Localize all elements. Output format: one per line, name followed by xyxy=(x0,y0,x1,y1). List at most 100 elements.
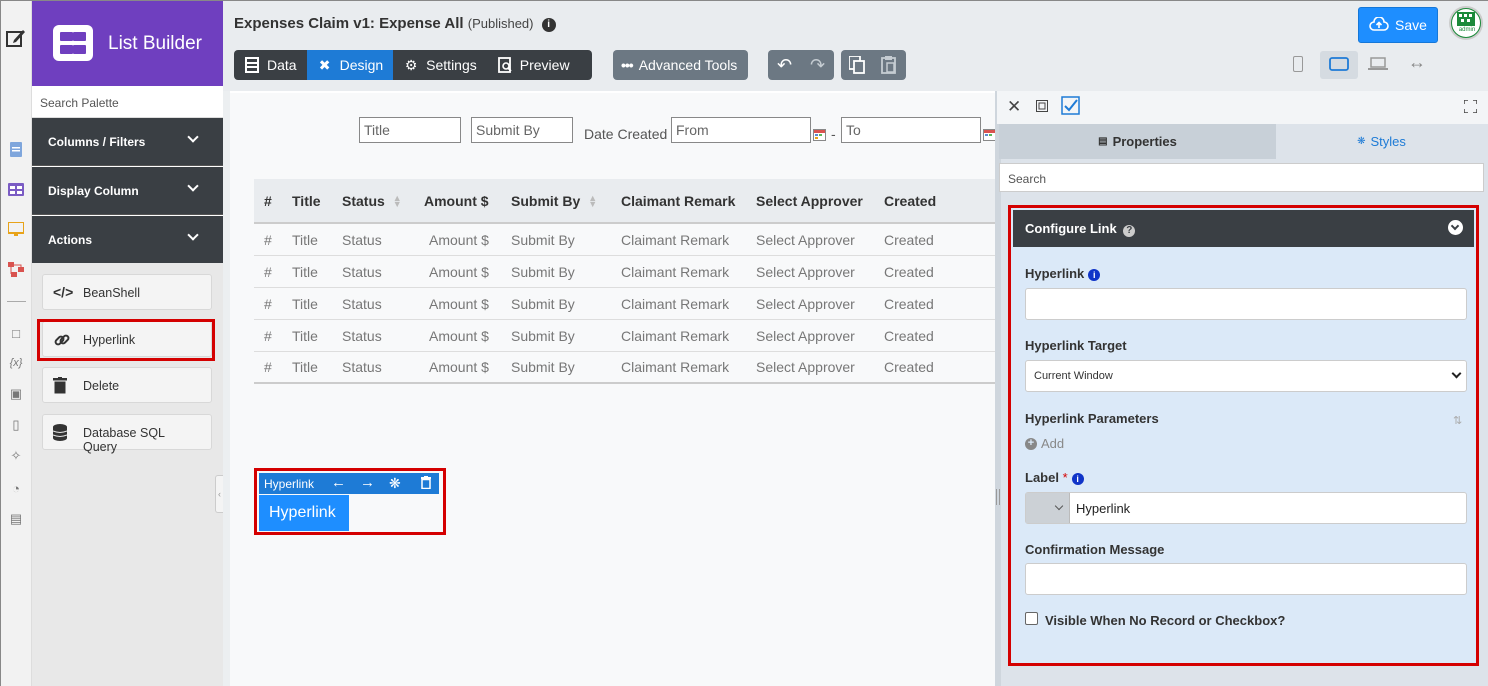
table-cell: Created xyxy=(884,295,934,312)
table-cell: Select Approver xyxy=(756,359,855,375)
window-restore-icon[interactable] xyxy=(1036,100,1048,115)
variable-icon[interactable]: {x} xyxy=(7,354,25,372)
table-cell: Status xyxy=(342,231,382,248)
palette-item-label: BeanShell xyxy=(83,286,140,300)
note-icon[interactable]: □ xyxy=(7,324,25,342)
palette-item-label: Delete xyxy=(83,379,120,393)
gauge-icon[interactable]: ◔ xyxy=(7,479,25,497)
rail-divider xyxy=(7,301,26,302)
code-icon: </> xyxy=(53,284,74,300)
column-header[interactable]: Submit By ▲ ▼ xyxy=(511,179,597,222)
close-icon[interactable]: ✕ xyxy=(1007,97,1021,117)
filter-title-input[interactable]: Title xyxy=(359,117,461,143)
copy-icon[interactable] xyxy=(841,56,873,74)
column-header[interactable]: Title xyxy=(292,179,321,222)
table-cell: Amount $ xyxy=(429,327,489,344)
tab-label: Design xyxy=(339,57,384,73)
column-header[interactable]: Claimant Remark xyxy=(621,179,735,222)
table-row: # Title Status Amount $ Submit By Claima… xyxy=(254,256,997,288)
brand-title: List Builder xyxy=(108,33,202,54)
filter-date-from-input[interactable]: From xyxy=(671,117,811,143)
column-header[interactable]: Amount $ xyxy=(424,179,489,222)
list-icon[interactable] xyxy=(7,180,25,198)
table-cell: # xyxy=(264,359,272,375)
highlight-hyperlink-item xyxy=(37,319,215,361)
save-button[interactable]: Save xyxy=(1358,7,1438,43)
mobile-view-icon[interactable] xyxy=(1287,56,1309,74)
palette-item-database-sql-query[interactable]: Database SQL Query xyxy=(42,414,212,454)
filter-submit-by-input[interactable]: Submit By xyxy=(471,117,573,143)
save-label: Save xyxy=(1395,17,1427,33)
column-header[interactable]: Status ▲ ▼ xyxy=(342,179,402,222)
table-cell: Claimant Remark xyxy=(621,263,730,280)
table-cell: # xyxy=(264,327,272,344)
form-icon[interactable] xyxy=(7,140,25,158)
palette-item-beanshell[interactable]: </> BeanShell xyxy=(42,274,212,310)
full-width-view-icon[interactable]: ↔ xyxy=(1406,52,1428,72)
palette-item-delete[interactable]: Delete xyxy=(42,367,212,403)
edit-icon[interactable] xyxy=(5,27,27,49)
filter-date-to-input[interactable]: To xyxy=(841,117,981,143)
table-cell: Created xyxy=(884,327,934,344)
chevron-down-icon xyxy=(187,229,199,241)
apply-check-icon[interactable] xyxy=(1061,96,1080,118)
table-cell: Title xyxy=(292,231,318,248)
properties-search-input[interactable]: Search xyxy=(999,163,1484,192)
palette-icon: ❋ xyxy=(1357,136,1366,147)
table-cell: Claimant Remark xyxy=(621,327,730,344)
column-header[interactable]: # xyxy=(264,179,272,222)
tab-label: Styles xyxy=(1370,134,1406,149)
translate-icon[interactable]: ▣ xyxy=(7,385,25,403)
table-cell: # xyxy=(264,295,272,312)
info-icon[interactable]: i xyxy=(541,18,556,32)
tab-properties[interactable]: ▤ Properties xyxy=(999,124,1276,159)
column-header-label: Created xyxy=(884,192,937,209)
avatar[interactable]: admin xyxy=(1449,6,1483,40)
tablet-view-icon[interactable] xyxy=(1320,51,1358,79)
table-cell: Created xyxy=(884,231,934,248)
laptop-view-icon[interactable] xyxy=(1367,56,1389,74)
table-cell: Status xyxy=(342,327,382,344)
page-title: Expenses Claim v1: Expense All (Publishe… xyxy=(234,15,556,32)
tab-preview[interactable]: Preview xyxy=(487,50,580,80)
palette-search-input[interactable]: Search Palette xyxy=(32,86,223,118)
table-cell: Title xyxy=(292,327,318,344)
column-header[interactable]: Select Approver xyxy=(756,179,863,222)
table-row: # Title Status Amount $ Submit By Claima… xyxy=(254,320,997,352)
trash-icon xyxy=(53,377,73,395)
table-cell: Select Approver xyxy=(756,295,855,312)
undo-icon[interactable]: ↶ xyxy=(768,55,801,76)
paste-icon[interactable] xyxy=(873,56,905,74)
redo-icon[interactable]: ↷ xyxy=(801,55,834,76)
table-icon xyxy=(244,57,260,73)
design-tools-icon: ✖ xyxy=(318,57,331,73)
table-cell: Submit By xyxy=(511,359,575,375)
table-cell: # xyxy=(264,263,272,280)
column-header[interactable]: Created xyxy=(884,179,936,222)
tab-label: Preview xyxy=(519,57,570,73)
ellipsis-icon: ••• xyxy=(621,57,634,73)
script-icon[interactable]: ▤ xyxy=(7,510,25,528)
tab-styles[interactable]: ❋ Styles xyxy=(1276,124,1487,159)
advanced-tools-label: Advanced Tools xyxy=(638,57,738,73)
calendar-icon[interactable] xyxy=(813,129,826,141)
palette-section-actions[interactable]: Actions xyxy=(32,216,223,264)
tab-design[interactable]: ✖ Design xyxy=(306,50,394,80)
gear-icon: ⚙ xyxy=(404,57,418,73)
expand-icon[interactable] xyxy=(1463,99,1478,116)
table-cell: Title xyxy=(292,295,318,312)
advanced-tools-button[interactable]: ••• Advanced Tools xyxy=(613,50,748,80)
chevron-down-icon xyxy=(187,131,199,143)
collapse-palette-handle[interactable]: ‹ xyxy=(215,475,223,513)
table-cell: Created xyxy=(884,359,934,375)
userview-icon[interactable] xyxy=(7,220,25,238)
palette-section-columns-filters[interactable]: Columns / Filters xyxy=(32,118,223,166)
image-file-icon[interactable]: ▯ xyxy=(7,416,25,434)
plugin-icon[interactable]: ✧ xyxy=(7,447,25,465)
tab-data[interactable]: Data xyxy=(234,50,307,80)
process-icon[interactable] xyxy=(7,260,25,278)
status-badge: (Published) xyxy=(467,16,534,31)
palette-section-display-column[interactable]: Display Column xyxy=(32,167,223,215)
table-cell: Submit By xyxy=(511,327,575,344)
tab-settings[interactable]: ⚙ Settings xyxy=(393,50,487,80)
